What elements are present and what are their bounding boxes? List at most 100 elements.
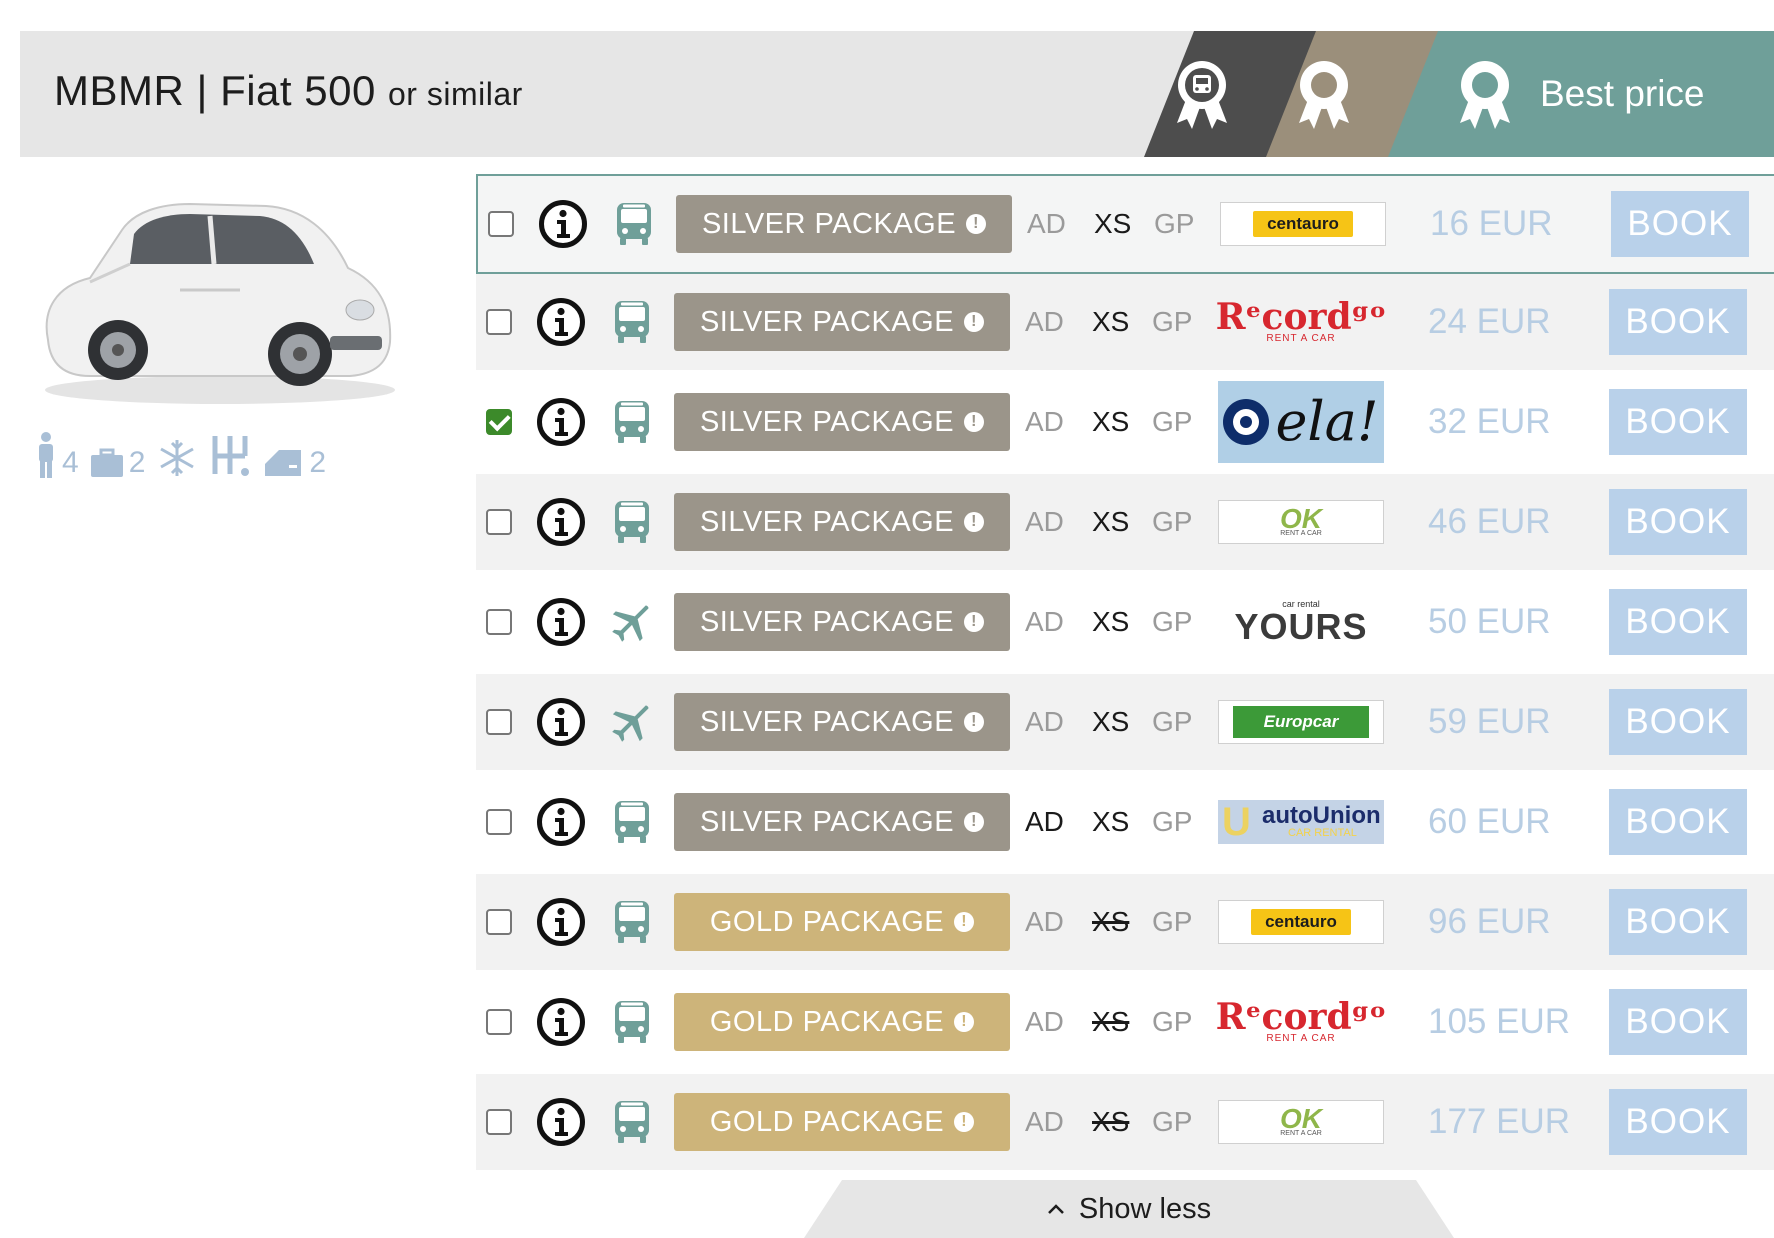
compare-checkbox[interactable] (486, 909, 512, 935)
compare-checkbox[interactable] (486, 1009, 512, 1035)
book-button[interactable]: BOOK (1609, 989, 1747, 1055)
package-button[interactable]: SILVER PACKAGE! (674, 393, 1010, 451)
info-button[interactable] (536, 897, 586, 947)
coverage-ad: AD (1025, 306, 1064, 337)
offer-row[interactable]: SILVER PACKAGE! AD XS GP UautoUnion CAR RENTA… (476, 774, 1774, 870)
info-circle-icon (537, 998, 585, 1046)
price-label: 32 EUR (1428, 402, 1551, 441)
info-button[interactable] (536, 397, 586, 447)
price-label: 96 EUR (1428, 902, 1551, 941)
evil-eye-icon (1223, 399, 1270, 445)
offer-row[interactable]: SILVER PACKAGE! AD XS GP car rental YOURS 50 E… (476, 574, 1774, 670)
info-button[interactable] (538, 199, 588, 249)
offer-row[interactable]: SILVER PACKAGE! AD XS GP ela! 32 EUR BOOK (476, 374, 1774, 470)
info-button[interactable] (536, 497, 586, 547)
autounion-mark: U (1222, 800, 1251, 844)
compare-checkbox[interactable] (486, 309, 512, 335)
info-button[interactable] (536, 297, 586, 347)
best-price-label: Best price (1540, 73, 1705, 114)
ok-wordmark: OK (1280, 1103, 1322, 1135)
price-label: 177 EUR (1428, 1102, 1571, 1141)
award-icon (1460, 61, 1510, 129)
compare-checkbox[interactable] (486, 1109, 512, 1135)
price-label: 16 EUR (1430, 204, 1553, 243)
show-less-button[interactable]: Show less (804, 1180, 1454, 1238)
coverage-xs: XS (1092, 506, 1130, 537)
supplier-logo: centauro (1218, 900, 1384, 944)
book-button[interactable]: BOOK (1609, 889, 1747, 955)
suitcase-icon (90, 448, 123, 477)
book-button[interactable]: BOOK (1609, 289, 1747, 355)
package-button[interactable]: SILVER PACKAGE! (674, 593, 1010, 651)
shuttle-indicator (609, 1099, 655, 1145)
info-button[interactable] (536, 997, 586, 1047)
coverage-xs: XS (1092, 706, 1130, 737)
package-button[interactable]: GOLD PACKAGE! (674, 993, 1010, 1051)
person-icon (39, 432, 53, 478)
info-circle-icon (537, 598, 585, 646)
package-label: SILVER PACKAGE (701, 207, 957, 240)
price-label: 60 EUR (1428, 802, 1551, 841)
supplier-logo: UautoUnion CAR RENTAL (1218, 800, 1384, 844)
bus-icon (615, 901, 649, 943)
book-button[interactable]: BOOK (1609, 689, 1747, 755)
info-button[interactable] (536, 797, 586, 847)
yours-logo: car rental YOURS (1234, 599, 1367, 645)
offer-row[interactable]: GOLD PACKAGE! AD XS GP centauro 96 EUR BOOK (476, 874, 1774, 970)
book-button[interactable]: BOOK (1609, 1089, 1747, 1155)
coverage-ad: AD (1025, 506, 1064, 537)
compare-checkbox[interactable] (486, 509, 512, 535)
book-button[interactable]: BOOK (1609, 589, 1747, 655)
compare-checkbox[interactable] (486, 809, 512, 835)
or-similar-label: or similar (388, 76, 523, 112)
coverage-gp: GP (1152, 306, 1193, 337)
compare-checkbox[interactable] (486, 709, 512, 735)
info-circle-icon (539, 200, 587, 248)
compare-checkbox[interactable] (486, 609, 512, 635)
doors-count: 2 (309, 446, 327, 479)
in-terminal-indicator (609, 699, 655, 745)
ac-spec (157, 438, 197, 478)
coverage-xs: XS (1092, 806, 1130, 837)
book-button[interactable]: BOOK (1609, 789, 1747, 855)
package-button[interactable]: SILVER PACKAGE! (676, 195, 1012, 253)
book-button[interactable]: BOOK (1609, 489, 1747, 555)
book-button[interactable]: BOOK (1609, 389, 1747, 455)
offer-row[interactable]: SILVER PACKAGE! AD XS GP Europcar 59 EUR BOOK (476, 674, 1774, 770)
offer-row[interactable]: SILVER PACKAGE! AD XS GP OK RENT A CAR 46 EUR B… (476, 474, 1774, 570)
offer-row[interactable]: GOLD PACKAGE! AD XS GP OK RENT A CAR 177 EUR BO… (476, 1074, 1774, 1170)
centauro-logo: centauro (1253, 211, 1353, 237)
price-label: 50 EUR (1428, 602, 1551, 641)
package-button[interactable]: GOLD PACKAGE! (674, 893, 1010, 951)
package-button[interactable]: SILVER PACKAGE! (674, 793, 1010, 851)
offer-row[interactable]: SILVER PACKAGE! AD XS GP Rᵉcordᵍᵒ RENT A CAR 2… (476, 274, 1774, 370)
info-button[interactable] (536, 597, 586, 647)
ela-wordmark: ela! (1275, 390, 1379, 453)
info-button[interactable] (536, 697, 586, 747)
offer-row[interactable]: SILVER PACKAGE! AD XS GP centauro 16 EUR BOOK (476, 174, 1774, 274)
price-label: 59 EUR (1428, 702, 1551, 741)
info-button[interactable] (536, 1097, 586, 1147)
shuttle-indicator (609, 399, 655, 445)
compare-checkbox[interactable] (486, 409, 512, 435)
price-label: 46 EUR (1428, 502, 1551, 541)
shuttle-indicator (609, 299, 655, 345)
record-go-logo: Rᵉcordᵍᵒ RENT A CAR (1216, 299, 1387, 343)
shuttle-indicator (609, 499, 655, 545)
package-button[interactable]: GOLD PACKAGE! (674, 1093, 1010, 1151)
package-label: SILVER PACKAGE (699, 705, 955, 738)
car-door-icon (265, 450, 302, 476)
package-button[interactable]: SILVER PACKAGE! (674, 493, 1010, 551)
supplier-logo: Europcar (1218, 700, 1384, 744)
offer-row[interactable]: GOLD PACKAGE! AD XS GP Rᵉcordᵍᵒ RENT A CAR 105… (476, 974, 1774, 1070)
book-button[interactable]: BOOK (1611, 191, 1749, 257)
best-price-badge[interactable]: Best price (1388, 31, 1774, 157)
exclamation-icon: ! (964, 812, 985, 832)
supplier-logo: centauro (1220, 202, 1386, 246)
compare-checkbox[interactable] (488, 211, 514, 237)
info-circle-icon (537, 1098, 585, 1146)
package-button[interactable]: SILVER PACKAGE! (674, 693, 1010, 751)
package-button[interactable]: SILVER PACKAGE! (674, 293, 1010, 351)
supplier-logo: OK RENT A CAR (1218, 1100, 1384, 1144)
centauro-logo: centauro (1251, 909, 1351, 935)
